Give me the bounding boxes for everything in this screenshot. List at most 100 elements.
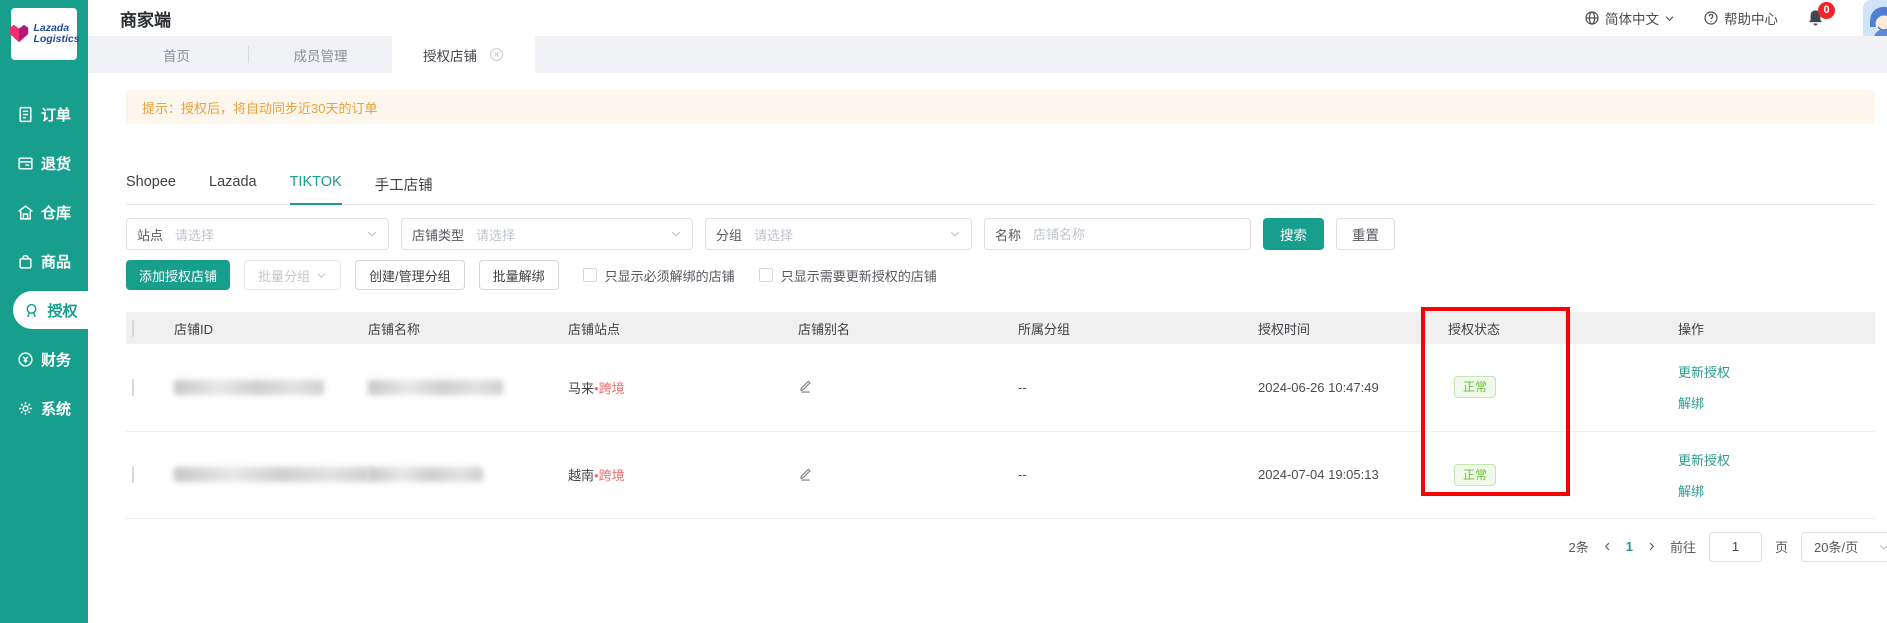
select-all-checkbox[interactable] — [132, 320, 134, 337]
filter-row: 站点 请选择 店铺类型 请选择 分组 请选择 名称 — [126, 218, 1875, 250]
question-circle-icon — [1703, 10, 1719, 26]
notifications-button[interactable]: 0 — [1806, 9, 1825, 28]
content: 提示：授权后，将自动同步近30天的订单 Shopee Lazada TIKTOK… — [88, 73, 1887, 623]
sidebar-item-warehouse[interactable]: 仓库 — [0, 188, 88, 237]
checkbox-icon[interactable] — [583, 268, 597, 282]
chevron-down-icon — [316, 270, 327, 281]
warehouse-icon — [17, 204, 34, 221]
sync-notice-alert: 提示：授权后，将自动同步近30天的订单 — [126, 90, 1875, 124]
next-page-button[interactable] — [1646, 541, 1657, 552]
shop-name-input[interactable] — [1033, 227, 1240, 242]
platform-tab-lazada[interactable]: Lazada — [209, 174, 257, 204]
update-auth-link[interactable]: 更新授权 — [1678, 450, 1730, 469]
unbind-link[interactable]: 解绑 — [1678, 393, 1704, 412]
finance-icon — [17, 351, 34, 368]
header-auth-time: 授权时间 — [1250, 312, 1440, 344]
edit-alias-icon[interactable] — [798, 466, 813, 481]
sidebar-item-label: 授权 — [47, 300, 77, 321]
platform-tab-manual[interactable]: 手工店铺 — [375, 174, 433, 204]
prev-page-button[interactable] — [1602, 541, 1613, 552]
sidebar-item-label: 订单 — [41, 104, 71, 125]
status-badge: 正常 — [1454, 464, 1496, 486]
search-button[interactable]: 搜索 — [1263, 218, 1324, 250]
sidebar-item-label: 仓库 — [41, 202, 71, 223]
language-switcher[interactable]: 简体中文 — [1584, 8, 1675, 28]
site-name: 马来 — [568, 381, 594, 396]
row-checkbox[interactable] — [132, 379, 134, 396]
shop-name-field: 名称 — [984, 218, 1251, 250]
sidebar-item-orders[interactable]: 订单 — [0, 90, 88, 139]
update-auth-link[interactable]: 更新授权 — [1678, 362, 1730, 381]
group-select[interactable]: 分组 请选择 — [705, 218, 972, 250]
header-shop-name: 店铺名称 — [360, 312, 560, 344]
header-actions: 操作 — [1670, 312, 1875, 344]
add-authorized-shop-button[interactable]: 添加授权店铺 — [126, 260, 230, 290]
page-size-select[interactable]: 20条/页 — [1801, 532, 1887, 562]
batch-group-button[interactable]: 批量分组 — [244, 260, 341, 290]
pagination: 2条 1 前往 页 20条/页 — [126, 532, 1875, 562]
edit-alias-icon[interactable] — [798, 378, 813, 393]
toolbar: 添加授权店铺 批量分组 创建/管理分组 批量解绑 只显示必须解绑的店铺 — [126, 260, 1875, 290]
goto-page-input[interactable] — [1709, 532, 1762, 562]
sidebar-item-finance[interactable]: 财务 — [0, 335, 88, 384]
returns-icon — [17, 155, 34, 172]
tab-bar: 首页 成员管理 授权店铺 — [88, 36, 1887, 73]
chevron-down-icon — [949, 228, 961, 240]
shop-type-select[interactable]: 店铺类型 请选择 — [401, 218, 693, 250]
site-select[interactable]: 站点 请选择 — [126, 218, 389, 250]
logo-text: Lazada Logistics — [33, 23, 79, 45]
tab-close-icon[interactable] — [489, 47, 504, 62]
sidebar-item-system[interactable]: 系统 — [0, 384, 88, 433]
globe-icon — [1584, 10, 1600, 26]
site-select-placeholder: 请选择 — [175, 225, 366, 244]
site-tag: •跨境 — [594, 468, 625, 483]
group-select-label: 分组 — [716, 225, 742, 244]
shop-type-select-placeholder: 请选择 — [476, 225, 670, 244]
reset-button[interactable]: 重置 — [1336, 218, 1395, 250]
sidebar-item-label: 退货 — [41, 153, 71, 174]
pagination-total: 2条 — [1569, 537, 1589, 556]
platform-tabs: Shopee Lazada TIKTOK 手工店铺 — [126, 174, 1875, 205]
shop-site: 马来•跨境 — [560, 344, 790, 431]
chevron-down-icon — [1878, 541, 1887, 553]
redacted-shop-id — [174, 467, 369, 482]
sidebar-menu: 订单 退货 仓库 商品 授权 财务 — [0, 90, 88, 433]
redacted-shop-name — [368, 380, 503, 395]
tab-member-management[interactable]: 成员管理 — [249, 36, 392, 73]
table-header-row: 店铺ID 店铺名称 店铺站点 店铺别名 所属分组 授权时间 授权状态 操作 — [126, 312, 1875, 344]
header-auth-status: 授权状态 — [1440, 312, 1670, 344]
language-label: 简体中文 — [1605, 8, 1659, 28]
sidebar-item-returns[interactable]: 退货 — [0, 139, 88, 188]
checkbox-icon[interactable] — [759, 268, 773, 282]
create-manage-group-button[interactable]: 创建/管理分组 — [355, 260, 465, 290]
products-icon — [17, 253, 34, 270]
shop-name-label: 名称 — [995, 225, 1021, 244]
unbind-link[interactable]: 解绑 — [1678, 481, 1704, 500]
sidebar-item-authorization[interactable]: 授权 — [13, 291, 88, 329]
page-unit: 页 — [1775, 537, 1788, 556]
checkbox-show-must-unbind[interactable]: 只显示必须解绑的店铺 — [583, 266, 735, 285]
lazada-logistics-logo: Lazada Logistics — [11, 8, 77, 60]
checkbox-show-need-update[interactable]: 只显示需要更新授权的店铺 — [759, 266, 937, 285]
platform-tab-tiktok[interactable]: TIKTOK — [290, 174, 342, 205]
manage-group-label: 创建/管理分组 — [369, 266, 451, 285]
batch-group-label: 批量分组 — [258, 266, 310, 285]
auth-time: 2024-07-04 19:05:13 — [1250, 431, 1440, 518]
site-name: 越南 — [568, 468, 594, 483]
chevron-down-icon — [366, 228, 378, 240]
tab-home[interactable]: 首页 — [105, 36, 248, 73]
current-page[interactable]: 1 — [1626, 539, 1633, 554]
tab-authorized-shops[interactable]: 授权店铺 — [392, 36, 535, 73]
header-shop-alias: 店铺别名 — [790, 312, 1010, 344]
batch-unbind-button[interactable]: 批量解绑 — [479, 260, 559, 290]
shop-group: -- — [1010, 344, 1250, 431]
topbar: 商家端 简体中文 帮助中心 0 — [88, 0, 1887, 36]
sidebar-item-products[interactable]: 商品 — [0, 237, 88, 286]
page-size-value: 20条/页 — [1814, 537, 1858, 556]
platform-tab-shopee[interactable]: Shopee — [126, 174, 176, 204]
help-center-link[interactable]: 帮助中心 — [1703, 8, 1778, 28]
status-badge: 正常 — [1454, 376, 1496, 398]
header-shop-site: 店铺站点 — [560, 312, 790, 344]
row-checkbox[interactable] — [132, 466, 134, 483]
page-title: 商家端 — [120, 6, 171, 31]
